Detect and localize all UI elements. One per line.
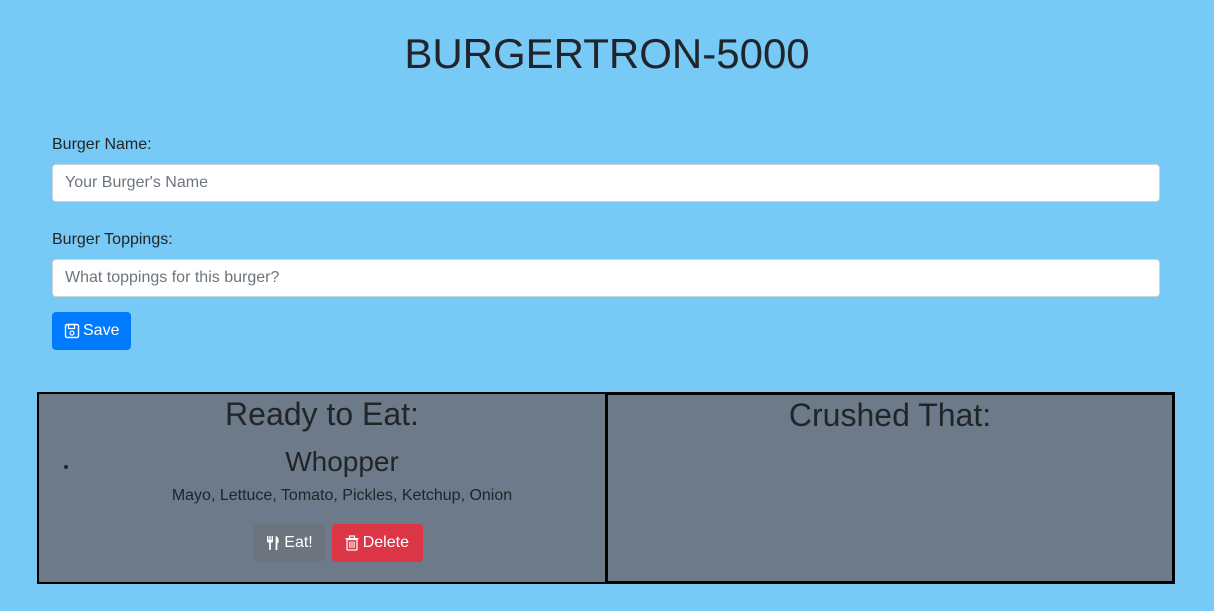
ready-to-eat-heading: Ready to Eat: — [225, 396, 419, 432]
burger-toppings-input[interactable] — [52, 259, 1160, 297]
ready-to-eat-panel: Ready to Eat: Whopper Mayo, Lettuce, Tom… — [37, 392, 607, 584]
burger-actions: Eat! Delete — [71, 524, 605, 562]
burger-form: Burger Name: Burger Toppings: Save — [52, 135, 1160, 350]
page-title: BURGERTRON-5000 — [404, 30, 810, 77]
trash-icon — [344, 535, 360, 551]
burger-name-group: Burger Name: — [52, 135, 1160, 202]
utensils-icon — [265, 535, 281, 551]
ready-burger-list: Whopper Mayo, Lettuce, Tomato, Pickles, … — [39, 446, 605, 562]
crushed-that-panel: Crushed That: — [605, 392, 1175, 584]
list-item: Whopper Mayo, Lettuce, Tomato, Pickles, … — [79, 446, 605, 562]
burger-name-input[interactable] — [52, 164, 1160, 202]
delete-button[interactable]: Delete — [331, 524, 423, 562]
save-icon — [64, 323, 80, 339]
burger-name-label: Burger Name: — [52, 136, 152, 153]
save-button[interactable]: Save — [52, 312, 131, 350]
burger-toppings-group: Burger Toppings: — [52, 230, 1160, 297]
delete-button-label: Delete — [362, 534, 409, 551]
burger-toppings: Mayo, Lettuce, Tomato, Pickles, Ketchup,… — [171, 487, 513, 504]
eat-button-label: Eat! — [284, 534, 313, 551]
eat-button[interactable]: Eat! — [253, 524, 326, 562]
burger-toppings-label: Burger Toppings: — [52, 231, 173, 248]
save-button-label: Save — [83, 322, 120, 339]
burger-name: Whopper — [285, 446, 399, 477]
crushed-that-heading: Crushed That: — [788, 397, 992, 433]
